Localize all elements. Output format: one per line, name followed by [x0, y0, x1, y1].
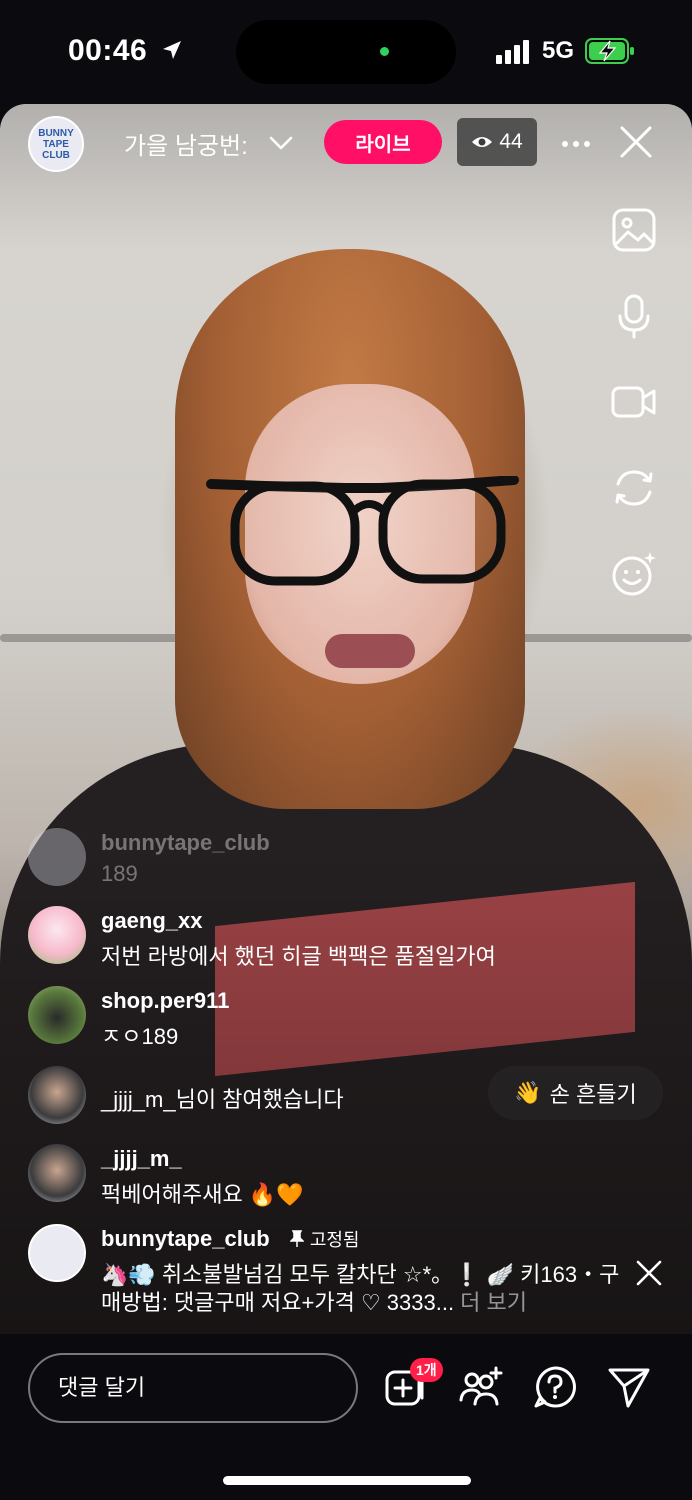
host-avatar[interactable]: BUNNY TAPE CLUB [28, 116, 84, 172]
join-text: _jjjj_m_님이 참여했습니다 [101, 1087, 344, 1112]
question-icon[interactable] [532, 1364, 578, 1410]
live-badge: 라이브 [324, 120, 442, 164]
comment-text: 퍽베어해주새요 🔥🧡 [101, 1182, 304, 1207]
pinned-label: 고정됨 [309, 1230, 360, 1250]
image-icon[interactable] [610, 206, 658, 254]
video-camera-icon[interactable] [610, 378, 658, 426]
commenter-avatar[interactable] [28, 986, 86, 1044]
comment-username[interactable]: bunnytape_club [101, 830, 270, 856]
pinned-text-line2: 매방법: 댓글구매 저요+가격 ♡ 3333... 더 보기 [101, 1285, 527, 1317]
comment-username[interactable]: bunnytape_club [101, 1226, 270, 1251]
eye-icon [472, 137, 493, 147]
flip-camera-icon[interactable] [610, 464, 658, 512]
camera-active-dot [380, 47, 389, 56]
comment-text: ㅈㅇ189 [101, 1024, 179, 1049]
viewer-count: 44 [499, 130, 523, 153]
more-options-icon[interactable] [560, 128, 592, 160]
home-indicator[interactable] [223, 1476, 471, 1485]
cellular-signal-icon [496, 40, 529, 64]
location-arrow-icon [163, 41, 181, 59]
commenter-avatar[interactable] [28, 828, 86, 886]
battery-charging-icon [585, 38, 634, 64]
viewer-count-pill[interactable]: 44 [457, 118, 537, 166]
dismiss-pinned-icon[interactable] [634, 1258, 664, 1288]
see-more-link[interactable]: 더 보기 [454, 1290, 527, 1315]
wave-button-label: 손 흔들기 [549, 1082, 637, 1107]
commenter-avatar[interactable] [28, 1224, 86, 1282]
clock: 00:46 [68, 34, 148, 67]
comment-username[interactable]: shop.per911 [101, 988, 229, 1014]
notification-badge: 1개 [410, 1358, 443, 1382]
comment-username[interactable]: _jjjj_m_ [101, 1146, 182, 1172]
microphone-icon[interactable] [610, 292, 658, 340]
live-title[interactable]: 가을 남궁번: [124, 126, 248, 161]
status-bar: 00:46 5G [0, 0, 692, 100]
comment-text: 저번 라방에서 했던 히글 백팩은 품절일가여 [101, 944, 496, 969]
comment-input[interactable] [28, 1353, 358, 1423]
send-icon[interactable] [606, 1364, 652, 1410]
add-guest-icon[interactable] [458, 1364, 504, 1410]
comment-username[interactable]: gaeng_xx [101, 908, 203, 934]
pin-icon [289, 1230, 304, 1247]
dynamic-island [236, 20, 456, 84]
network-type: 5G [542, 37, 575, 64]
close-icon[interactable] [618, 124, 654, 160]
face-effects-icon[interactable] [610, 550, 658, 598]
waving-hand-icon: 👋 [514, 1080, 542, 1105]
chevron-down-icon[interactable] [268, 132, 294, 154]
host-avatar-logo: BUNNY TAPE CLUB [38, 128, 74, 161]
commenter-avatar[interactable] [28, 1144, 86, 1202]
pinned-text-body: 매방법: 댓글구매 저요+가격 ♡ 3333... [101, 1290, 455, 1315]
wave-button[interactable]: 👋 손 흔들기 [488, 1066, 663, 1120]
commenter-avatar[interactable] [28, 906, 86, 964]
comment-text: 189 [101, 861, 138, 886]
commenter-avatar[interactable] [28, 1066, 86, 1124]
pinned-tag: 고정됨 [289, 1230, 360, 1250]
pinned-header: bunnytape_club 고정됨 [101, 1226, 360, 1252]
